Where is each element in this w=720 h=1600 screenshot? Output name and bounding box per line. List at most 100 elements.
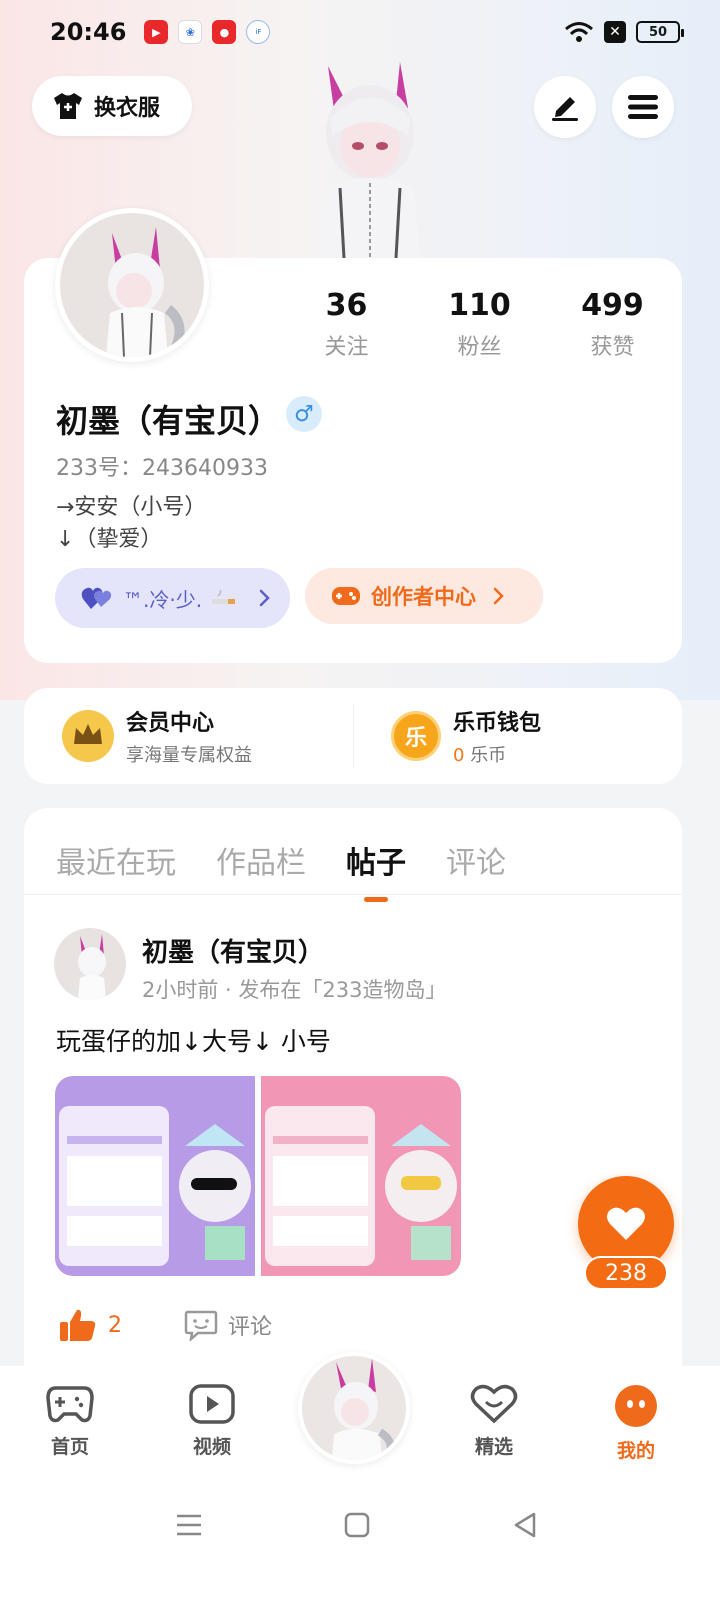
- family-badge-label: ™.冷·少.: [123, 587, 203, 612]
- chevron-right-icon: [493, 587, 504, 605]
- double-heart-icon: [81, 587, 112, 609]
- video-app-icon: ▶: [144, 20, 169, 44]
- stat-label: 获赞: [590, 335, 635, 360]
- menu-button[interactable]: [612, 76, 674, 138]
- post-author-name[interactable]: 初墨（有宝贝）: [142, 932, 324, 969]
- avatar-character-figure: [320, 62, 420, 258]
- record-app-icon: ●: [212, 20, 237, 44]
- back-icon[interactable]: [510, 1510, 540, 1540]
- comment-icon: [184, 1310, 218, 1341]
- tab-comments[interactable]: 评论: [446, 838, 506, 882]
- system-nav-bar: [0, 1486, 720, 1600]
- content-card: 最近在玩 作品栏 帖子 评论 初墨（有宝贝） 2小时前 · 发布在「233造物岛…: [24, 808, 682, 1408]
- profile-bio: →安安（小号） ↓（挚爱）: [56, 492, 206, 556]
- stat-likes[interactable]: 499 获赞: [546, 288, 679, 361]
- game-screenshot-image: [261, 1076, 461, 1276]
- profile-tabs: 最近在玩 作品栏 帖子 评论: [56, 838, 506, 902]
- nav-center-avatar-button[interactable]: [298, 1352, 410, 1464]
- heart-icon: [607, 1207, 645, 1240]
- like-count: 2: [108, 1312, 122, 1338]
- ifly-app-icon: iF: [246, 20, 271, 44]
- game-screenshot-image: [55, 1076, 255, 1276]
- stat-label: 关注: [324, 335, 369, 360]
- heart-outline-icon: [470, 1384, 518, 1424]
- member-center-title: 会员中心: [126, 711, 215, 736]
- member-center-subtitle: 享海量专属权益: [126, 745, 252, 766]
- paw-app-icon: ❀: [178, 20, 203, 44]
- post-image[interactable]: [261, 1076, 461, 1276]
- post-text[interactable]: 玩蛋仔的加↓大号↓ 小号: [56, 1022, 331, 1058]
- divider: [353, 704, 354, 768]
- creator-center-button[interactable]: 创作者中心: [305, 568, 543, 624]
- creator-center-label: 创作者中心: [371, 585, 476, 609]
- menu-icon: [628, 95, 658, 119]
- stat-followers[interactable]: 110 粉丝: [413, 288, 546, 361]
- change-outfit-button[interactable]: 换衣服: [32, 76, 192, 136]
- stat-following[interactable]: 36 关注: [280, 288, 413, 361]
- male-gender-icon: ♂: [286, 396, 322, 432]
- nav-label: 首页: [50, 1436, 89, 1458]
- family-badge-button[interactable]: ™.冷·少.: [55, 568, 290, 628]
- stat-number: 110: [448, 288, 511, 323]
- vip-wallet-card: 会员中心 享海量专属权益 乐 乐币钱包 0 乐币: [24, 688, 682, 784]
- tab-works[interactable]: 作品栏: [216, 838, 306, 882]
- avatar-image: [106, 227, 185, 357]
- floating-like-count: 238: [584, 1256, 668, 1290]
- stat-label: 粉丝: [457, 335, 502, 360]
- profile-face-icon: [615, 1385, 657, 1427]
- gamepad-icon: [332, 587, 360, 605]
- wallet-balance-unit: 乐币: [470, 745, 507, 766]
- profile-uid[interactable]: 233号：243640933: [56, 450, 268, 482]
- nav-home[interactable]: 首页: [30, 1384, 110, 1459]
- nav-label: 视频: [192, 1436, 231, 1458]
- tab-recently-played[interactable]: 最近在玩: [56, 838, 176, 882]
- wallet-balance: 0 乐币: [453, 741, 541, 767]
- play-video-icon: [189, 1384, 235, 1424]
- wallet-balance-number: 0: [453, 745, 465, 766]
- chevron-right-icon: [259, 589, 270, 607]
- nav-video[interactable]: 视频: [172, 1384, 252, 1459]
- post-image[interactable]: [55, 1076, 255, 1276]
- status-bar: 20:46 ▶ ❀ ● iF ✕ 50: [0, 0, 720, 64]
- gamepad-icon: [46, 1386, 94, 1423]
- tab-posts[interactable]: 帖子: [346, 838, 406, 902]
- avatar-image: [78, 934, 106, 1000]
- profile-stats: 36 关注 110 粉丝 499 获赞: [280, 288, 680, 361]
- profile-avatar[interactable]: [55, 208, 209, 362]
- nav-label: 我的: [616, 1440, 655, 1462]
- member-center-button[interactable]: 会员中心 享海量专属权益: [24, 688, 353, 784]
- stat-number: 36: [325, 288, 368, 323]
- change-outfit-label: 换衣服: [94, 96, 161, 121]
- nav-label: 精选: [474, 1436, 513, 1458]
- pen-icon: [552, 97, 578, 121]
- post-meta: 2小时前 · 发布在「233造物岛」: [142, 978, 447, 1002]
- tab-divider: [24, 894, 682, 895]
- bio-line: →安安（小号）: [56, 495, 207, 520]
- coin-icon: 乐: [391, 711, 441, 761]
- profile-nickname: 初墨（有宝贝）: [56, 402, 281, 440]
- stat-number: 499: [581, 288, 644, 323]
- thumbs-up-icon[interactable]: [60, 1308, 96, 1342]
- crown-icon: [62, 710, 114, 762]
- home-icon[interactable]: [342, 1510, 372, 1540]
- post-images: [55, 1076, 461, 1276]
- wallet-button[interactable]: 乐 乐币钱包 0 乐币: [353, 688, 682, 784]
- avatar-image: [332, 1358, 395, 1460]
- edit-profile-button[interactable]: [534, 76, 596, 138]
- wallet-title: 乐币钱包: [453, 711, 542, 736]
- post-actions: 2 评论: [60, 1308, 272, 1342]
- status-time: 20:46: [50, 18, 127, 46]
- shirt-icon: [54, 93, 82, 119]
- post-author-avatar[interactable]: [54, 928, 126, 1000]
- comment-label: 评论: [228, 1315, 273, 1340]
- nav-featured[interactable]: 精选: [454, 1384, 534, 1459]
- comment-button[interactable]: 评论: [184, 1309, 272, 1341]
- status-app-icons: ▶ ❀ ● iF: [144, 20, 271, 44]
- nav-mine[interactable]: 我的: [596, 1384, 676, 1463]
- bio-line: ↓（挚爱）: [56, 527, 163, 552]
- recent-apps-icon[interactable]: [174, 1510, 204, 1540]
- wifi-icon: [565, 22, 593, 42]
- cigarette-icon: [212, 590, 236, 604]
- battery-indicator: 50: [636, 21, 684, 43]
- no-sim-icon: ✕: [604, 21, 626, 43]
